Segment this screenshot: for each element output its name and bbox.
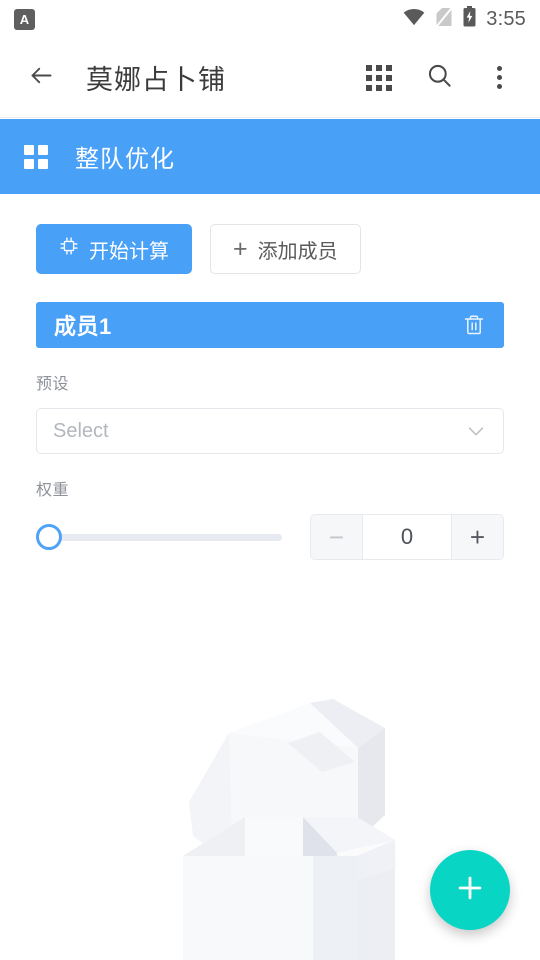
app-bar-actions [356, 55, 522, 101]
cpu-chip-icon [59, 236, 79, 262]
overflow-menu-button[interactable] [476, 55, 522, 101]
weight-label: 权重 [36, 482, 70, 499]
weight-value[interactable]: 0 [363, 515, 451, 559]
start-calculate-label: 开始计算 [89, 240, 169, 263]
section-banner-title: 整队优化 [75, 146, 175, 173]
no-sim-icon [435, 7, 453, 32]
battery-charging-icon [463, 6, 476, 32]
preset-select[interactable]: Select [36, 408, 504, 454]
trash-icon[interactable] [462, 313, 486, 337]
weight-increment-button[interactable]: + [451, 515, 503, 559]
status-bar-right: 3:55 [403, 6, 526, 32]
preset-label: 预设 [36, 376, 70, 393]
preset-field: 预设 Select [36, 370, 504, 454]
weight-field: 权重 [36, 476, 504, 500]
weight-slider-thumb[interactable] [36, 524, 62, 550]
weight-slider-track [44, 533, 282, 541]
content-body: 开始计算 + 添加成员 成员1 预设 Select 权重 − 0 + [0, 194, 540, 960]
page-title: 莫娜占卜铺 [86, 65, 226, 95]
apps-grid-icon [366, 64, 392, 91]
weight-stepper: − 0 + [310, 514, 504, 560]
chevron-down-icon [465, 420, 487, 442]
status-bar-clock: 3:55 [486, 7, 526, 30]
add-member-button[interactable]: + 添加成员 [210, 224, 361, 274]
status-bar-left: A [14, 8, 35, 30]
weight-decrement-button[interactable]: − [311, 515, 363, 559]
wifi-icon [403, 8, 425, 31]
search-button[interactable] [416, 55, 462, 101]
grid-2x2-icon [24, 144, 48, 169]
arrow-back-icon [28, 62, 55, 94]
preset-select-value: Select [53, 419, 109, 442]
app-letter-a-icon: A [14, 8, 35, 30]
apps-button[interactable] [356, 55, 402, 101]
add-member-label: 添加成员 [257, 240, 338, 263]
member-name: 成员1 [54, 314, 112, 339]
add-fab-button[interactable] [430, 850, 510, 930]
weight-slider[interactable] [36, 522, 282, 552]
start-calculate-button[interactable]: 开始计算 [36, 224, 192, 274]
app-bar: 莫娜占卜铺 [0, 38, 540, 118]
weight-control-row: − 0 + [36, 514, 504, 560]
app-root: A 3:55 莫娜占卜铺 整队优化 开始计算 + 添加成员 成员1 预设 Sel… [0, 0, 540, 960]
plus-icon: + [233, 234, 248, 263]
back-button[interactable] [18, 55, 64, 101]
member-header: 成员1 [36, 302, 504, 348]
section-banner[interactable]: 整队优化 [0, 119, 540, 194]
more-vertical-icon [496, 66, 502, 89]
search-icon [426, 62, 453, 94]
status-bar: A 3:55 [0, 0, 540, 38]
plus-icon [453, 871, 487, 910]
action-button-row: 开始计算 + 添加成员 [0, 194, 540, 274]
